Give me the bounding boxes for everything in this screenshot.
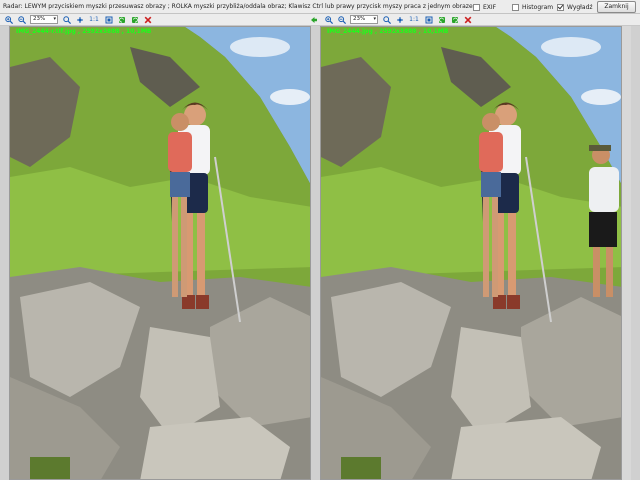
fit-window-icon[interactable] [424,15,433,24]
usage-hint: Radar: LEWYM przyciskiem myszki przesuwa… [3,3,481,10]
histogram-label: Histogram [522,4,554,11]
photo-hikers-right [321,27,621,479]
one-to-one-button[interactable]: 1:1 [88,15,100,24]
left-image-pane[interactable]: IMG_2444-r.tif.jpg , 2592x3888 , 10,1MB [9,26,311,480]
zoom-select[interactable]: 23% [350,15,378,24]
right-toolbar: 23% 1:1 [320,14,640,26]
exif-label: EXIF [483,4,497,11]
rotate-left-icon[interactable] [437,15,446,24]
left-gutter [0,26,9,480]
zoom-out-icon[interactable] [17,15,26,24]
smoothing-label: Wygładź [567,4,593,11]
middle-gutter [311,26,320,480]
histogram-checkbox[interactable]: Histogram [512,3,553,12]
delete-icon[interactable] [463,15,472,24]
zoom-in-icon[interactable] [324,15,333,24]
exif-checkbox[interactable]: EXIF [473,3,496,12]
rotate-left-icon[interactable] [117,15,126,24]
fit-window-icon[interactable] [104,15,113,24]
file-info-label: IMG_2444-r.tif.jpg , 2592x3888 , 10,1MB [16,28,152,35]
zoom-out-icon[interactable] [337,15,346,24]
exif-checkbox-box[interactable] [473,4,480,11]
zoom-icon[interactable] [62,15,71,24]
arrow-left-icon[interactable] [309,15,318,24]
zoom-icon[interactable] [382,15,391,24]
rotate-right-icon[interactable] [450,15,459,24]
right-gutter [631,26,640,480]
fit-icon[interactable] [75,15,84,24]
top-bar: Radar: LEWYM przyciskiem myszki przesuwa… [0,0,640,14]
file-info-label: IMG_2444.jpg , 2592x3888 , 10,1MB [327,28,449,35]
zoom-select[interactable]: 23% [30,15,58,24]
rotate-right-icon[interactable] [130,15,139,24]
zoom-in-icon[interactable] [4,15,13,24]
histogram-checkbox-box[interactable] [512,4,519,11]
one-to-one-button[interactable]: 1:1 [408,15,420,24]
photo-hikers-left [10,27,310,479]
close-button[interactable]: Zamknij [597,1,636,13]
smoothing-checkbox-box[interactable] [557,4,564,11]
smoothing-checkbox[interactable]: Wygładź [557,3,593,12]
left-toolbar: 23% 1:1 [0,14,320,26]
delete-icon[interactable] [143,15,152,24]
right-image-pane[interactable]: IMG_2444.jpg , 2592x3888 , 10,1MB [320,26,622,480]
fit-icon[interactable] [395,15,404,24]
